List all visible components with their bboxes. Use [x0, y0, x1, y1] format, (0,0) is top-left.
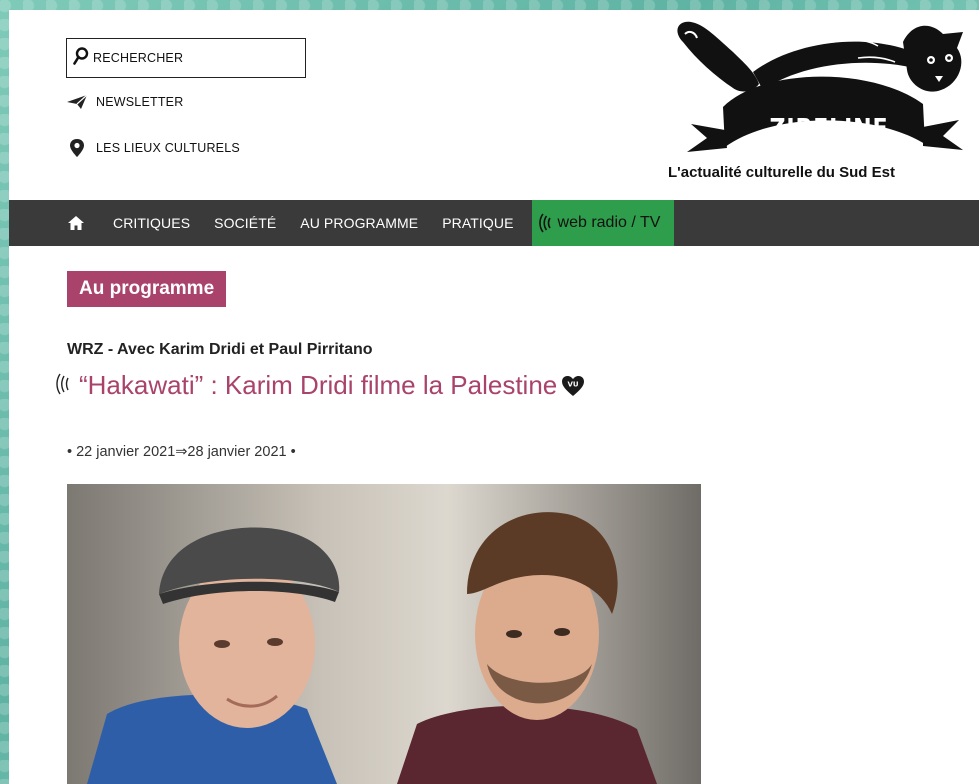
home-icon[interactable]	[67, 215, 87, 231]
radio-waves-icon	[55, 372, 75, 400]
nav-item-societe[interactable]: SOCIÉTÉ	[214, 215, 276, 231]
article-surtitle: WRZ - Avec Karim Dridi et Paul Pirritano	[67, 341, 373, 358]
page: RECHERCHER NEWSLETTER LES LIEUX CULTUREL…	[9, 10, 979, 784]
main-nav: CRITIQUES SOCIÉTÉ AU PROGRAMME PRATIQUE …	[9, 200, 979, 246]
places-link[interactable]: LES LIEUX CULTURELS	[66, 138, 240, 158]
article-photo	[67, 484, 701, 784]
svg-text:VU: VU	[568, 380, 579, 388]
paper-plane-icon	[66, 94, 88, 110]
radio-label: web radio / TV	[557, 214, 661, 231]
search-input[interactable]: RECHERCHER	[66, 38, 306, 78]
logo-text: ZIBELINE	[769, 114, 889, 144]
radio-waves-icon	[538, 212, 552, 234]
map-pin-icon	[66, 138, 88, 158]
tagline: L'actualité culturelle du Sud Est	[668, 164, 895, 181]
nav-item-pratique[interactable]: PRATIQUE	[442, 215, 513, 231]
nav-item-web-radio[interactable]: web radio / TV	[531, 200, 675, 246]
article-headline: “Hakawati” : Karim Dridi filme la Palest…	[55, 370, 585, 401]
search-icon	[73, 46, 89, 70]
article-dates: • 22 janvier 2021⇒28 janvier 2021 •	[67, 444, 296, 460]
nav-item-au-programme[interactable]: AU PROGRAMME	[300, 215, 418, 231]
rubrique-badge[interactable]: Au programme	[67, 271, 227, 307]
nav-item-critiques[interactable]: CRITIQUES	[113, 215, 190, 231]
newsletter-label: NEWSLETTER	[96, 95, 184, 109]
newsletter-link[interactable]: NEWSLETTER	[66, 94, 183, 110]
search-label: RECHERCHER	[93, 51, 184, 65]
places-label: LES LIEUX CULTURELS	[96, 141, 240, 155]
article-title: “Hakawati” : Karim Dridi filme la Palest…	[79, 370, 558, 400]
heart-vu-icon: VU	[561, 375, 585, 397]
